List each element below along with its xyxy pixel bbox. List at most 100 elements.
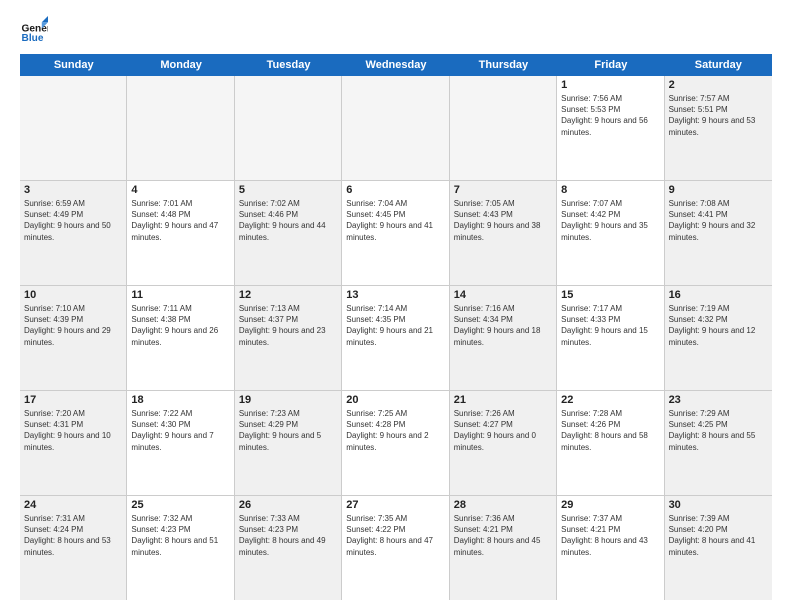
day-number: 10	[24, 289, 122, 301]
day-info: Sunrise: 7:28 AM Sunset: 4:26 PM Dayligh…	[561, 408, 659, 453]
calendar-cell	[127, 76, 234, 180]
svg-text:Blue: Blue	[22, 33, 44, 44]
calendar-week-2: 3 Sunrise: 6:59 AM Sunset: 4:49 PM Daylig…	[20, 181, 772, 286]
day-info: Sunrise: 7:26 AM Sunset: 4:27 PM Dayligh…	[454, 408, 552, 453]
day-info: Sunrise: 7:35 AM Sunset: 4:22 PM Dayligh…	[346, 513, 444, 558]
day-info: Sunrise: 7:10 AM Sunset: 4:39 PM Dayligh…	[24, 303, 122, 348]
calendar-cell	[235, 76, 342, 180]
day-number: 7	[454, 184, 552, 196]
calendar-cell: 6 Sunrise: 7:04 AM Sunset: 4:45 PM Daylig…	[342, 181, 449, 285]
day-number: 1	[561, 79, 659, 91]
calendar-week-5: 24 Sunrise: 7:31 AM Sunset: 4:24 PM Dayli…	[20, 496, 772, 600]
calendar-week-1: 1 Sunrise: 7:56 AM Sunset: 5:53 PM Daylig…	[20, 76, 772, 181]
day-number: 12	[239, 289, 337, 301]
day-info: Sunrise: 7:01 AM Sunset: 4:48 PM Dayligh…	[131, 198, 229, 243]
day-info: Sunrise: 7:22 AM Sunset: 4:30 PM Dayligh…	[131, 408, 229, 453]
calendar-cell: 28Sunrise: 7:36 AM Sunset: 4:21 PM Dayli…	[450, 496, 557, 600]
logo-icon: General Blue	[20, 16, 48, 44]
calendar-cell: 11 Sunrise: 7:11 AM Sunset: 4:38 PM Dayli…	[127, 286, 234, 390]
calendar-cell: 12 Sunrise: 7:13 AM Sunset: 4:37 PM Dayli…	[235, 286, 342, 390]
day-info: Sunrise: 7:08 AM Sunset: 4:41 PM Dayligh…	[669, 198, 768, 243]
day-info: Sunrise: 7:16 AM Sunset: 4:34 PM Dayligh…	[454, 303, 552, 348]
calendar-cell: 15Sunrise: 7:17 AM Sunset: 4:33 PM Dayli…	[557, 286, 664, 390]
day-info: Sunrise: 7:02 AM Sunset: 4:46 PM Dayligh…	[239, 198, 337, 243]
day-info: Sunrise: 7:39 AM Sunset: 4:20 PM Dayligh…	[669, 513, 768, 558]
calendar-week-4: 17 Sunrise: 7:20 AM Sunset: 4:31 PM Dayli…	[20, 391, 772, 496]
day-number: 27	[346, 499, 444, 511]
header-day-sunday: Sunday	[20, 54, 127, 76]
calendar-cell: 29 Sunrise: 7:37 AM Sunset: 4:21 PM Dayli…	[557, 496, 664, 600]
day-info: Sunrise: 7:11 AM Sunset: 4:38 PM Dayligh…	[131, 303, 229, 348]
calendar-cell: 24 Sunrise: 7:31 AM Sunset: 4:24 PM Dayli…	[20, 496, 127, 600]
calendar-cell: 23Sunrise: 7:29 AM Sunset: 4:25 PM Dayli…	[665, 391, 772, 495]
calendar-cell: 25 Sunrise: 7:32 AM Sunset: 4:23 PM Dayli…	[127, 496, 234, 600]
day-info: Sunrise: 7:05 AM Sunset: 4:43 PM Dayligh…	[454, 198, 552, 243]
day-info: Sunrise: 7:32 AM Sunset: 4:23 PM Dayligh…	[131, 513, 229, 558]
day-number: 17	[24, 394, 122, 406]
day-number: 25	[131, 499, 229, 511]
day-info: Sunrise: 7:33 AM Sunset: 4:23 PM Dayligh…	[239, 513, 337, 558]
day-number: 6	[346, 184, 444, 196]
day-number: 2	[669, 79, 768, 91]
page-header: General Blue	[20, 16, 772, 44]
day-info: Sunrise: 7:36 AM Sunset: 4:21 PM Dayligh…	[454, 513, 552, 558]
day-number: 19	[239, 394, 337, 406]
day-number: 23	[669, 394, 768, 406]
day-number: 15	[561, 289, 659, 301]
calendar-cell	[20, 76, 127, 180]
header-day-monday: Monday	[127, 54, 234, 76]
calendar-cell: 13Sunrise: 7:14 AM Sunset: 4:35 PM Dayli…	[342, 286, 449, 390]
day-number: 5	[239, 184, 337, 196]
day-number: 9	[669, 184, 768, 196]
calendar-week-3: 10 Sunrise: 7:10 AM Sunset: 4:39 PM Dayli…	[20, 286, 772, 391]
day-info: Sunrise: 7:20 AM Sunset: 4:31 PM Dayligh…	[24, 408, 122, 453]
calendar-cell: 17 Sunrise: 7:20 AM Sunset: 4:31 PM Dayli…	[20, 391, 127, 495]
header-day-tuesday: Tuesday	[235, 54, 342, 76]
header-day-friday: Friday	[557, 54, 664, 76]
day-number: 14	[454, 289, 552, 301]
day-info: Sunrise: 7:56 AM Sunset: 5:53 PM Dayligh…	[561, 93, 659, 138]
day-number: 30	[669, 499, 768, 511]
day-number: 22	[561, 394, 659, 406]
header-day-wednesday: Wednesday	[342, 54, 449, 76]
calendar-cell: 27 Sunrise: 7:35 AM Sunset: 4:22 PM Dayli…	[342, 496, 449, 600]
calendar-cell: 18 Sunrise: 7:22 AM Sunset: 4:30 PM Dayli…	[127, 391, 234, 495]
day-info: Sunrise: 7:07 AM Sunset: 4:42 PM Dayligh…	[561, 198, 659, 243]
calendar-cell: 20Sunrise: 7:25 AM Sunset: 4:28 PM Dayli…	[342, 391, 449, 495]
day-info: Sunrise: 7:31 AM Sunset: 4:24 PM Dayligh…	[24, 513, 122, 558]
calendar-cell: 21 Sunrise: 7:26 AM Sunset: 4:27 PM Dayli…	[450, 391, 557, 495]
calendar-cell: 3 Sunrise: 6:59 AM Sunset: 4:49 PM Daylig…	[20, 181, 127, 285]
day-number: 29	[561, 499, 659, 511]
calendar-cell: 7 Sunrise: 7:05 AM Sunset: 4:43 PM Daylig…	[450, 181, 557, 285]
logo: General Blue	[20, 16, 52, 44]
day-number: 21	[454, 394, 552, 406]
header-day-thursday: Thursday	[450, 54, 557, 76]
calendar-cell	[450, 76, 557, 180]
day-number: 26	[239, 499, 337, 511]
day-number: 3	[24, 184, 122, 196]
day-number: 13	[346, 289, 444, 301]
day-info: Sunrise: 7:37 AM Sunset: 4:21 PM Dayligh…	[561, 513, 659, 558]
calendar-cell: 14 Sunrise: 7:16 AM Sunset: 4:34 PM Dayli…	[450, 286, 557, 390]
day-info: Sunrise: 6:59 AM Sunset: 4:49 PM Dayligh…	[24, 198, 122, 243]
day-info: Sunrise: 7:25 AM Sunset: 4:28 PM Dayligh…	[346, 408, 444, 453]
calendar-cell	[342, 76, 449, 180]
calendar-cell: 19 Sunrise: 7:23 AM Sunset: 4:29 PM Dayli…	[235, 391, 342, 495]
calendar-header: SundayMondayTuesdayWednesdayThursdayFrid…	[20, 54, 772, 76]
day-number: 18	[131, 394, 229, 406]
day-info: Sunrise: 7:04 AM Sunset: 4:45 PM Dayligh…	[346, 198, 444, 243]
calendar-body: 1 Sunrise: 7:56 AM Sunset: 5:53 PM Daylig…	[20, 76, 772, 600]
day-number: 11	[131, 289, 229, 301]
day-number: 16	[669, 289, 768, 301]
day-info: Sunrise: 7:13 AM Sunset: 4:37 PM Dayligh…	[239, 303, 337, 348]
calendar-cell: 4Sunrise: 7:01 AM Sunset: 4:48 PM Daylig…	[127, 181, 234, 285]
day-info: Sunrise: 7:23 AM Sunset: 4:29 PM Dayligh…	[239, 408, 337, 453]
day-info: Sunrise: 7:57 AM Sunset: 5:51 PM Dayligh…	[669, 93, 768, 138]
calendar-cell: 9 Sunrise: 7:08 AM Sunset: 4:41 PM Daylig…	[665, 181, 772, 285]
day-number: 24	[24, 499, 122, 511]
calendar-cell: 10 Sunrise: 7:10 AM Sunset: 4:39 PM Dayli…	[20, 286, 127, 390]
day-number: 8	[561, 184, 659, 196]
day-info: Sunrise: 7:19 AM Sunset: 4:32 PM Dayligh…	[669, 303, 768, 348]
calendar-cell: 8 Sunrise: 7:07 AM Sunset: 4:42 PM Daylig…	[557, 181, 664, 285]
calendar-cell: 26 Sunrise: 7:33 AM Sunset: 4:23 PM Dayli…	[235, 496, 342, 600]
